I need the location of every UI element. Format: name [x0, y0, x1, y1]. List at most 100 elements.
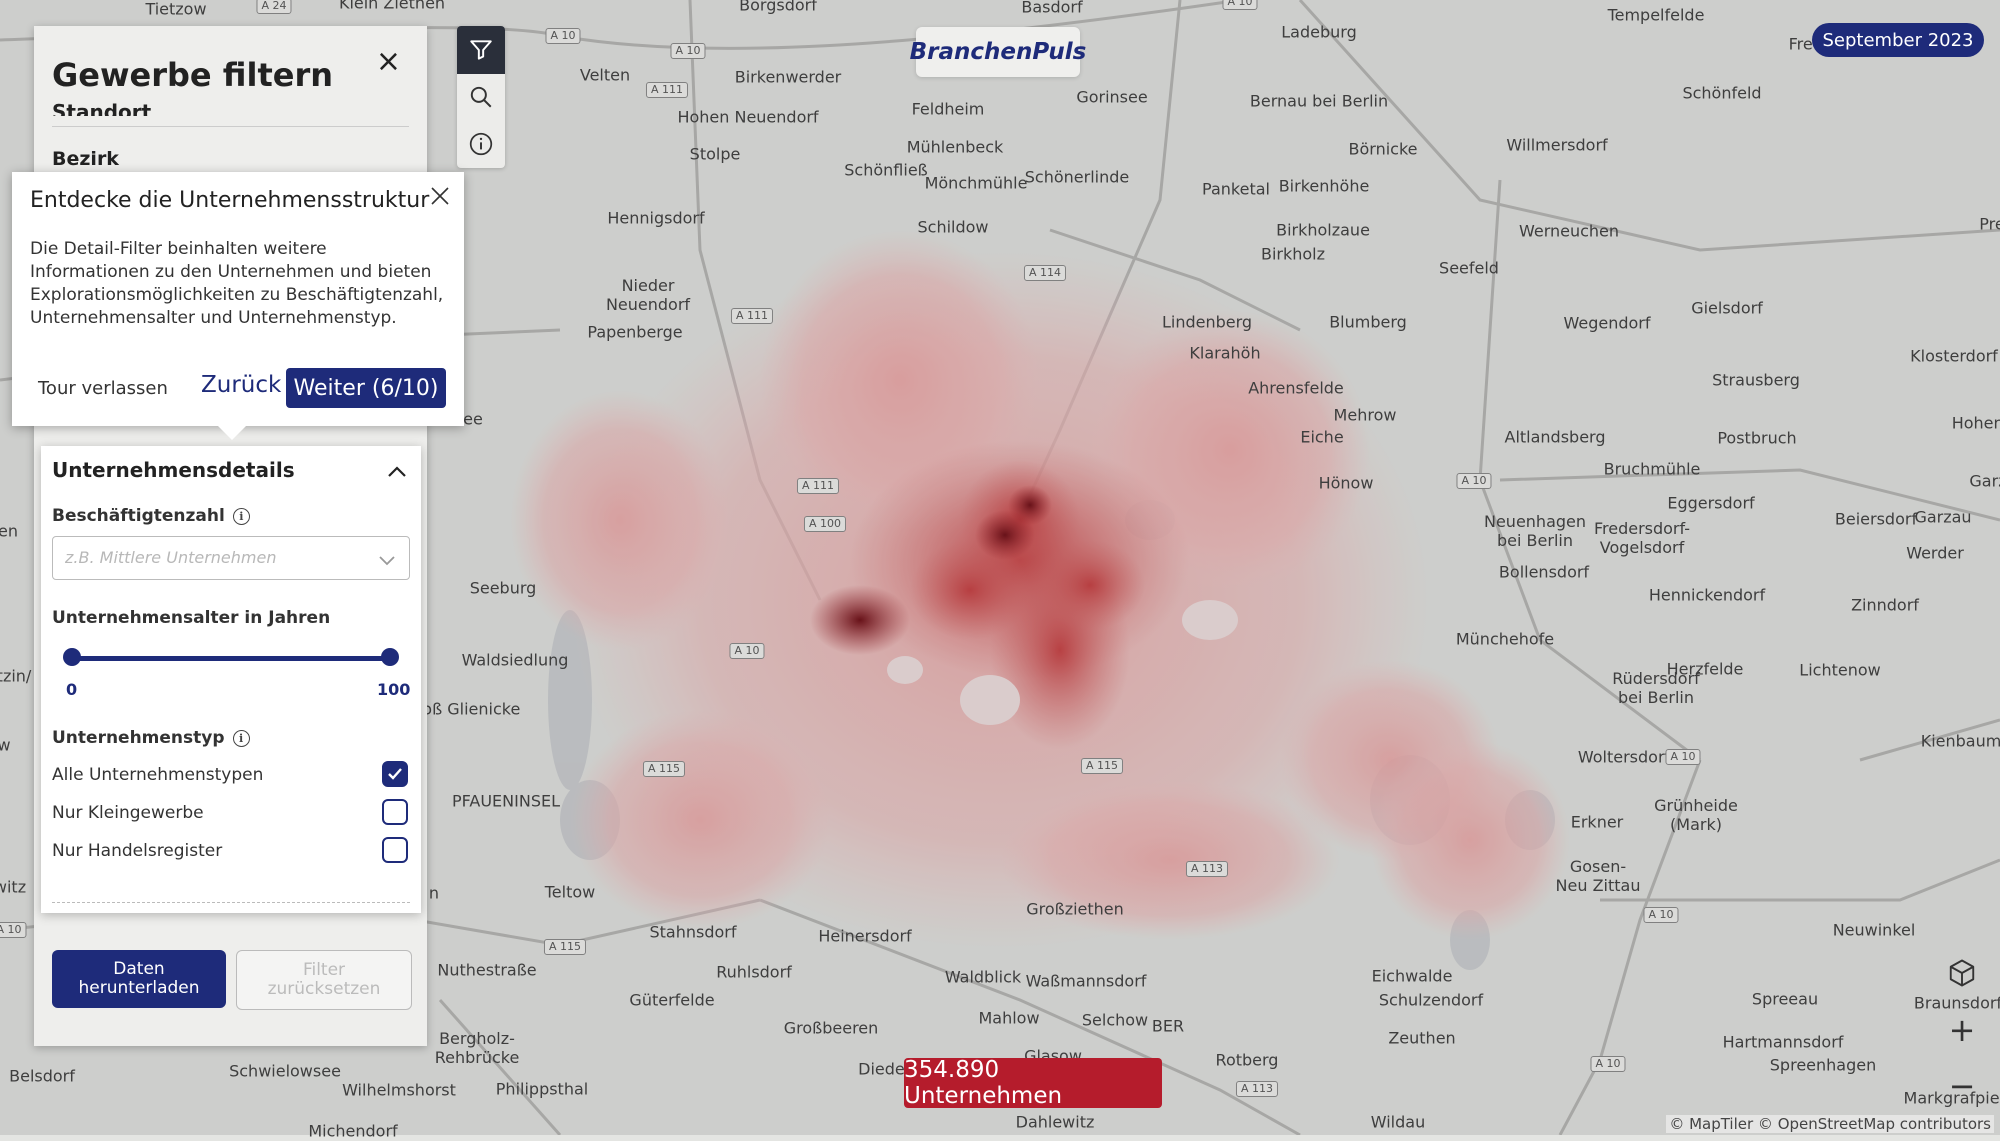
place-label: Beiersdorf — [1834, 509, 1918, 529]
place-label: Birkenhöhe — [1278, 176, 1370, 196]
place-label: Hohen Neuendorf — [677, 107, 819, 127]
tour-title: Entdecke die Unternehmensstruktur — [30, 188, 430, 213]
place-label: Altlandsberg — [1504, 427, 1606, 447]
company-count-badge: 354.890 Unternehmen — [904, 1057, 1162, 1109]
place-label: Zinndorf — [1851, 595, 1919, 615]
place-label: Hönow — [1318, 473, 1374, 493]
place-label: Schönfließ — [844, 160, 928, 180]
place-label: Mahlow — [978, 1008, 1040, 1028]
info-icon[interactable]: i — [232, 730, 250, 747]
checkbox[interactable] — [382, 837, 408, 863]
3d-icon[interactable] — [1939, 950, 1985, 996]
place-label: Birkholzaue — [1276, 220, 1370, 240]
close-icon[interactable]: × — [376, 44, 401, 79]
place-label: Nieder Neuendorf — [605, 276, 691, 314]
map-toolbar — [457, 26, 505, 168]
age-slider-min-handle[interactable] — [63, 648, 81, 666]
road-shield: A 10 — [729, 643, 765, 659]
place-label: Waldblick — [944, 967, 1022, 987]
employees-select[interactable]: z.B. Mittlere Unternehmen — [52, 536, 410, 580]
road-shield: A 10 — [1456, 473, 1492, 489]
place-label: Teltow — [544, 882, 596, 902]
road-shield: A 10 — [1590, 1056, 1626, 1072]
minus-icon: − — [1948, 1067, 1976, 1105]
info-icon[interactable] — [457, 120, 505, 168]
place-label: tzin/ — [0, 666, 32, 686]
place-label: Neuenhagen bei Berlin — [1483, 512, 1587, 550]
road-shield: A 10 — [0, 922, 27, 938]
date-badge[interactable]: September 2023 — [1812, 23, 1984, 57]
place-label: Postbruch — [1717, 428, 1797, 448]
road-shield: A 115 — [1080, 758, 1124, 774]
chevron-up-icon[interactable] — [387, 464, 407, 483]
road-shield: A 113 — [1185, 861, 1229, 877]
place-label: Hennigsdorf — [607, 208, 705, 228]
type-label-row: Unternehmenstyp i — [52, 728, 250, 748]
filter-icon[interactable] — [457, 26, 505, 74]
plus-icon: + — [1948, 1011, 1976, 1049]
checkbox-checked[interactable] — [382, 761, 408, 787]
place-label: Schönerlinde — [1024, 167, 1130, 187]
place-label: Eichwalde — [1371, 966, 1453, 986]
place-label: witz — [0, 877, 27, 897]
age-slider-max-handle[interactable] — [381, 648, 399, 666]
place-label: Werneuchen — [1518, 221, 1620, 241]
age-slider-track[interactable] — [71, 656, 391, 661]
place-label: Ruhlsdorf — [716, 962, 792, 982]
place-label: Stahnsdorf — [649, 922, 737, 942]
tour-body: Die Detail-Filter beinhalten weitere Inf… — [30, 239, 444, 328]
place-label: Wilhelmshorst — [342, 1080, 456, 1100]
place-label: Klarahöh — [1189, 343, 1261, 363]
place-label: Lichtenow — [1799, 660, 1881, 680]
place-label: Zeuthen — [1388, 1028, 1456, 1048]
place-label: Erkner — [1570, 812, 1624, 832]
close-icon[interactable] — [430, 186, 450, 210]
age-max-value: 100 — [377, 680, 411, 699]
tour-back-button[interactable]: Zurück — [201, 372, 281, 398]
road-shield: A 115 — [642, 761, 686, 777]
place-label: Michendorf — [308, 1121, 398, 1141]
place-label: Birkenwerder — [734, 67, 842, 87]
place-label: Velten — [579, 65, 631, 85]
road-shield: A 111 — [730, 308, 774, 324]
road-shield: A 24 — [256, 0, 292, 14]
download-button[interactable]: Daten herunterladen — [52, 950, 226, 1008]
place-label: Bollensdorf — [1498, 562, 1590, 582]
place-label: Waldsiedlung — [461, 650, 569, 670]
place-label: Dahlewitz — [1015, 1112, 1095, 1132]
place-label: Eggersdorf — [1667, 493, 1755, 513]
reset-filter-button[interactable]: Filter zurücksetzen — [236, 950, 412, 1010]
tour-next-button[interactable]: Weiter (6/10) — [286, 368, 446, 408]
place-label: Wegendorf — [1563, 313, 1651, 333]
panel-title: Gewerbe filtern — [52, 56, 334, 94]
place-label: Grünheide (Mark) — [1654, 796, 1738, 834]
place-label: Willmersdorf — [1506, 135, 1608, 155]
place-label: BER — [1151, 1016, 1185, 1036]
place-label: Mönchmühle — [924, 173, 1028, 193]
place-label: Panketal — [1202, 179, 1270, 199]
place-label: n — [428, 883, 440, 903]
place-label: Güterfelde — [629, 990, 715, 1010]
place-label: Rotberg — [1215, 1050, 1279, 1070]
road-shield: A 111 — [796, 478, 840, 494]
tour-leave-button[interactable]: Tour verlassen — [38, 378, 168, 399]
info-icon[interactable]: i — [232, 508, 250, 525]
place-label: Birkholz — [1260, 244, 1326, 264]
checkbox[interactable] — [382, 799, 408, 825]
place-label: Eiche — [1300, 427, 1344, 447]
map-attribution[interactable]: © MapTiler © OpenStreetMap contributors — [1666, 1115, 1994, 1133]
tour-popover: Entdecke die Unternehmensstruktur Die De… — [12, 172, 464, 426]
type-option-kleingewerbe[interactable]: Nur Kleingewerbe — [52, 799, 408, 829]
details-title: Unternehmensdetails — [52, 458, 295, 482]
place-label: Ladeburg — [1281, 22, 1357, 42]
type-option-handelsregister[interactable]: Nur Handelsregister — [52, 837, 408, 867]
zoom-in-button[interactable]: + — [1939, 1007, 1985, 1053]
section-standort-heading[interactable]: Standort — [52, 100, 151, 116]
zoom-out-button[interactable]: − — [1939, 1063, 1985, 1109]
search-icon[interactable] — [457, 73, 505, 121]
place-label: Hartmannsdorf — [1722, 1032, 1844, 1052]
place-label: ee — [463, 409, 483, 429]
place-label: Woltersdorf — [1577, 747, 1671, 767]
type-option-all[interactable]: Alle Unternehmenstypen — [52, 761, 408, 791]
place-label: Klosterdorf — [1910, 346, 1998, 366]
